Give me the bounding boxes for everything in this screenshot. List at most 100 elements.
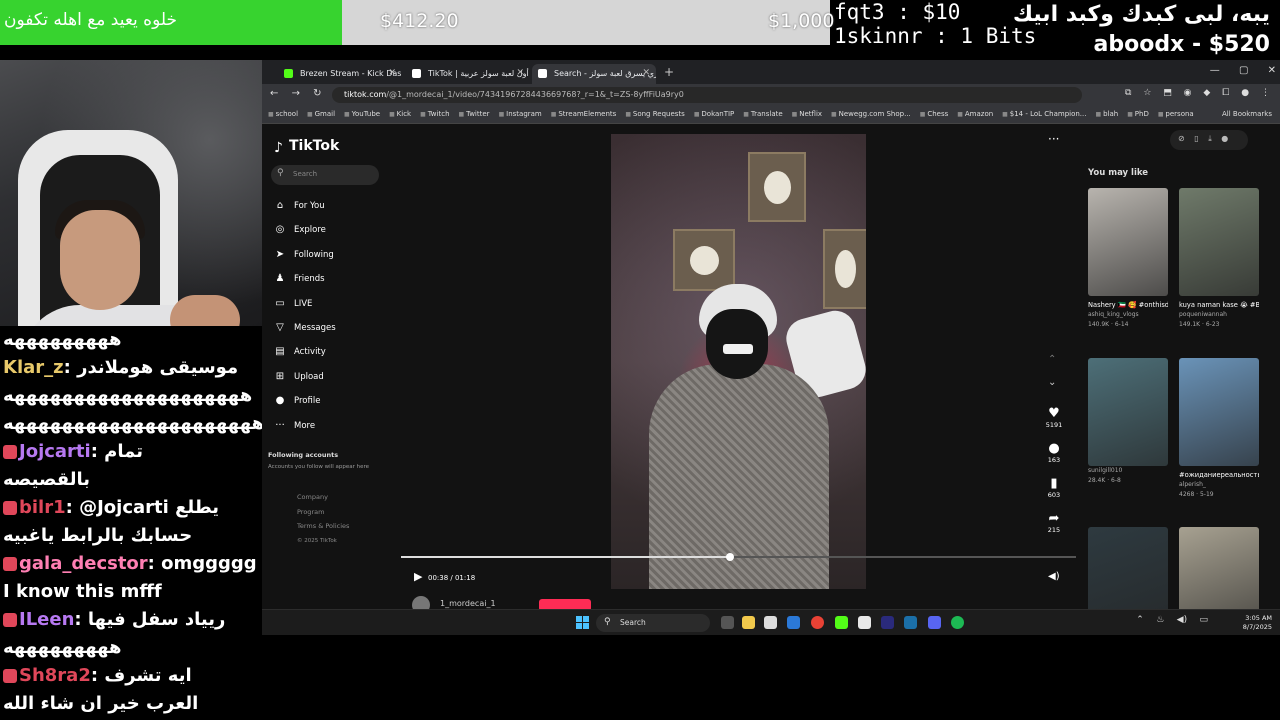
video-thumbnail[interactable] [1179, 527, 1259, 609]
bookmark-item[interactable]: Twitch [420, 110, 449, 118]
bookmark-item[interactable]: YouTube [344, 110, 380, 118]
video-player[interactable] [611, 134, 866, 589]
star-icon[interactable]: ☆ [1143, 88, 1151, 98]
bookmark-button[interactable]: ▮ 603 [1041, 476, 1067, 499]
bookmark-item[interactable]: $14 - LoL Champion... [1002, 110, 1086, 118]
share-button[interactable]: ➦ 215 [1041, 511, 1067, 534]
bookmark-item[interactable]: Newegg.com Shop... [831, 110, 911, 118]
sidebar-item-explore[interactable]: ◎ Explore [272, 221, 336, 245]
windows-start-icon[interactable] [576, 616, 589, 629]
back-icon[interactable]: ← [270, 88, 278, 99]
video-progress-bar[interactable] [401, 553, 1076, 561]
tab-search[interactable]: Search - مصري يسرق لعبة سولز ✕ [532, 64, 656, 84]
bookmark-item[interactable]: StreamElements [551, 110, 617, 118]
video-progress-handle[interactable] [725, 553, 734, 561]
taskbar-search[interactable]: ⚲ Search [596, 614, 710, 632]
spotify-icon[interactable] [951, 616, 964, 629]
discord-icon[interactable] [928, 616, 941, 629]
network-icon[interactable]: ▭ [1199, 615, 1208, 625]
sidebar-item-activity[interactable]: ▤ Activity [272, 343, 336, 367]
chat-username[interactable]: ILeen [19, 609, 74, 630]
bookmark-item[interactable]: persona [1158, 110, 1194, 118]
video-thumbnail[interactable] [1088, 527, 1168, 609]
reload-icon[interactable]: ↻ [313, 88, 321, 99]
close-icon[interactable]: ✕ [642, 68, 650, 78]
suggested-video[interactable]: kuya naman kase 😭 #Baragatan2025...poque… [1179, 188, 1259, 330]
video-author[interactable]: poqueniwannah [1179, 310, 1259, 320]
new-tab-button[interactable]: + [664, 65, 674, 79]
footer-link-program[interactable]: Program [297, 505, 349, 520]
chevron-up-icon[interactable]: ⌃ [1136, 615, 1144, 625]
suggested-video[interactable]: #ожиданиереальность #площадь #сем...alpe… [1179, 358, 1259, 500]
forward-icon[interactable]: → [292, 88, 300, 99]
volume-icon[interactable]: ◀) [1048, 571, 1060, 582]
sidebar-item-upload[interactable]: ⊞ Upload [272, 368, 336, 392]
tiktok-logo[interactable]: ♪ TikTok [274, 138, 339, 156]
bookmark-item[interactable]: Translate [743, 110, 782, 118]
chat-username[interactable]: Klar_z [3, 357, 64, 378]
menu-icon[interactable]: ⋮ [1261, 88, 1270, 98]
store-icon[interactable] [764, 616, 777, 629]
suggested-video[interactable]: sunilgill010 28.4K · 6-8 [1088, 358, 1168, 486]
follow-button[interactable] [539, 599, 591, 609]
tab-kick-dashboard[interactable]: Brezen Stream - Kick Dashboard ✕ [278, 64, 402, 84]
play-icon[interactable]: ▶ [414, 570, 422, 583]
sidebar-item-following[interactable]: ➤ Following [272, 246, 336, 270]
bookmark-item[interactable]: Instagram [499, 110, 542, 118]
close-icon[interactable]: ✕ [516, 68, 524, 78]
bookmark-item[interactable]: blah [1096, 110, 1119, 118]
bookmark-item[interactable]: Gmail [307, 110, 335, 118]
footer-link-company[interactable]: Company [297, 490, 349, 505]
suggested-video[interactable] [1179, 527, 1259, 609]
bookmark-item[interactable]: Song Requests [625, 110, 685, 118]
minimize-icon[interactable]: — [1210, 65, 1220, 76]
chrome-icon[interactable] [811, 616, 824, 629]
close-icon[interactable]: ✕ [388, 68, 396, 78]
chat-username[interactable]: gala_decstor [19, 553, 148, 574]
sidebar-item-more[interactable]: ··· More [272, 417, 336, 441]
kick-app-icon[interactable] [835, 616, 848, 629]
close-window-icon[interactable]: ✕ [1268, 65, 1276, 76]
extension-icon[interactable]: ⬒ [1163, 88, 1172, 98]
suggested-video[interactable]: Nashery 🇰🇼 🥰 #onthisdayashiq_king_vlogs1… [1088, 188, 1168, 330]
device-icon[interactable]: ▯ [1194, 134, 1198, 143]
extension-icon[interactable]: ◆ [1203, 88, 1210, 98]
video-author[interactable]: alperish_ [1179, 480, 1259, 490]
bookmark-item[interactable]: Netflix [792, 110, 822, 118]
search-input[interactable]: ⚲ Search [271, 165, 379, 185]
heart-button[interactable]: ♥ 5191 [1041, 406, 1067, 429]
sidebar-item-live[interactable]: ▭ LIVE [272, 295, 336, 319]
comment-button[interactable]: ● 163 [1041, 441, 1067, 464]
video-author[interactable]: sunilgill010 [1088, 466, 1168, 476]
bookmark-item[interactable]: Amazon [957, 110, 993, 118]
sidebar-item-for-you[interactable]: ⌂ For You [272, 197, 336, 221]
extension-icon[interactable]: ◉ [1184, 88, 1192, 98]
sidebar-item-messages[interactable]: ▽ Messages [272, 319, 336, 343]
profile-avatar-icon[interactable]: ● [1241, 88, 1249, 98]
task-view-icon[interactable] [721, 616, 734, 629]
suggested-video[interactable] [1088, 527, 1168, 609]
chat-username[interactable]: Jojcarti [19, 441, 91, 462]
obs-icon[interactable] [858, 616, 871, 629]
file-explorer-icon[interactable] [742, 616, 755, 629]
steam-icon[interactable] [904, 616, 917, 629]
sidebar-item-friends[interactable]: ♟ Friends [272, 270, 336, 294]
maximize-icon[interactable]: ▢ [1239, 65, 1248, 76]
author-avatar[interactable] [412, 596, 430, 609]
url-input[interactable]: tiktok.com/@1_mordecai_1/video/743419672… [332, 87, 1082, 103]
download-icon[interactable]: ⤓ [1208, 134, 1212, 143]
bookmark-item[interactable]: school [268, 110, 298, 118]
mic-icon[interactable]: ♨ [1156, 615, 1164, 625]
sound-icon[interactable]: ◀) [1177, 615, 1187, 625]
chat-username[interactable]: Sh8ra2 [19, 665, 91, 686]
footer-link-terms[interactable]: Terms & Policies [297, 519, 349, 534]
video-author[interactable]: ashiq_king_vlogs [1088, 310, 1168, 320]
premiere-icon[interactable] [881, 616, 894, 629]
video-thumbnail[interactable] [1179, 358, 1259, 466]
video-thumbnail[interactable] [1088, 188, 1168, 296]
previous-video-icon[interactable]: ⌃ [1048, 354, 1056, 365]
sidebar-item-profile[interactable]: ● Profile [272, 392, 336, 416]
bookmark-item[interactable]: PhD [1127, 110, 1149, 118]
video-thumbnail[interactable] [1088, 358, 1168, 466]
bookmark-item[interactable]: DokanTIP [694, 110, 734, 118]
